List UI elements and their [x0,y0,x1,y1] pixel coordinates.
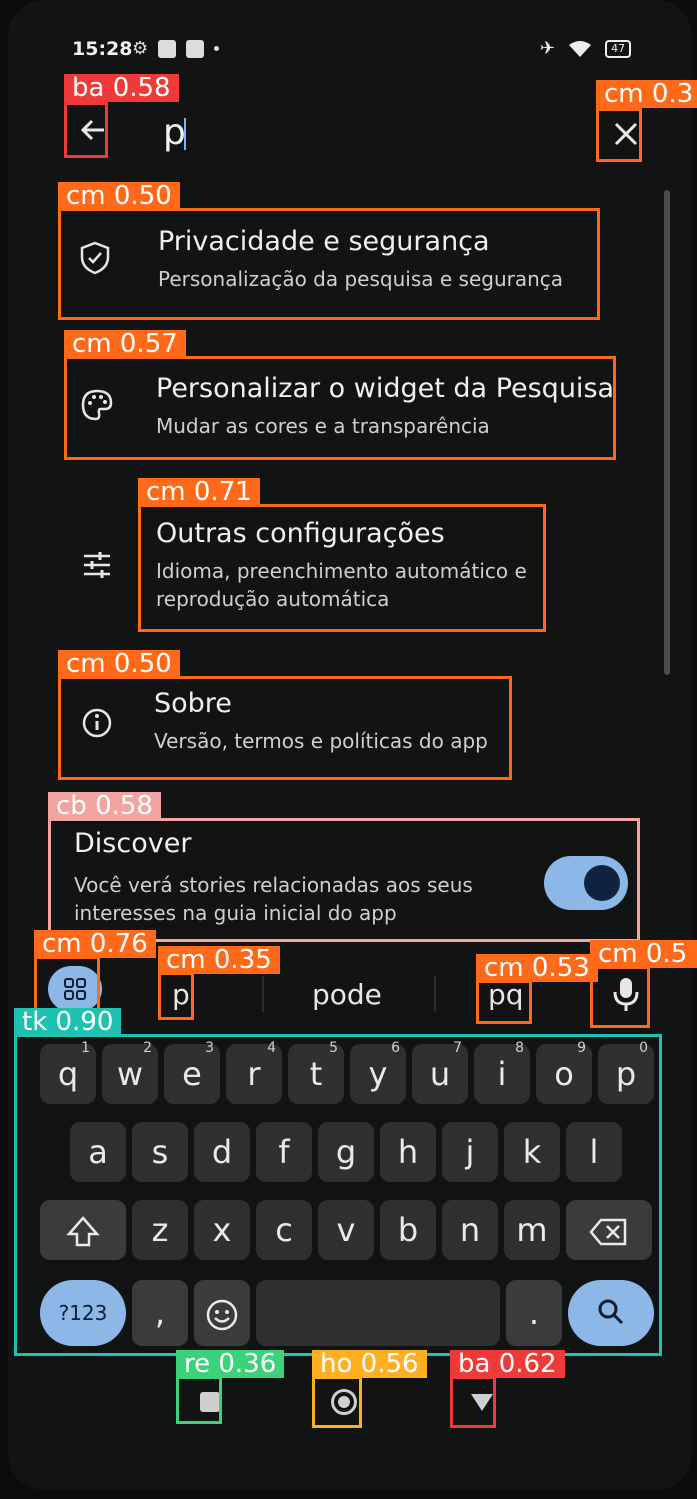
gear-icon: ⚙ [132,38,149,59]
more-notifications-dot-icon [214,46,220,51]
annotation-box [64,356,616,460]
status-time: 15:28 [72,38,133,60]
search-input[interactable]: p [163,112,186,153]
annotation-box [64,102,108,158]
airplane-mode-icon: ✈ [540,38,556,59]
app-notification-icon [158,39,177,58]
suggestion-pode[interactable]: pode [312,978,382,1011]
annotation-box [450,1376,496,1428]
status-notification-icons: ⚙ [132,38,220,59]
annotation-box [590,966,650,1028]
annotation-label: re 0.36 [176,1350,285,1378]
scrollbar[interactable] [664,190,670,675]
annotation-label: tk 0.90 [14,1008,122,1036]
annotation-label: ba 0.62 [450,1350,565,1378]
annotation-label: cm 0.76 [34,930,156,958]
annotation-box [158,972,194,1020]
annotation-box [14,1034,662,1356]
annotation-label: cm 0.50 [58,182,180,210]
text-cursor [184,118,186,150]
annotation-box [48,818,640,942]
annotation-label: cm 0.5 [590,940,697,968]
annotation-label: cm 0.57 [64,330,186,358]
annotation-label: cm 0.50 [58,650,180,678]
annotation-label: cb 0.58 [48,792,161,820]
annotation-label: cm 0.71 [138,478,260,506]
annotation-box [58,676,512,780]
annotation-label: ho 0.56 [312,1350,427,1378]
annotation-label: ba 0.58 [64,74,179,102]
annotation-box [596,108,642,162]
status-system-icons: ✈ 47 [540,38,632,59]
suggestion-divider [262,976,264,1012]
annotation-box [176,1376,222,1424]
battery-icon: 47 [605,39,632,58]
tune-sliders-icon [80,548,114,586]
annotation-box [312,1376,362,1428]
upload-notification-icon [186,39,205,58]
annotation-box [476,980,532,1024]
annotation-box [138,504,546,632]
annotation-label: cm 0.53 [476,954,598,982]
annotation-box [58,208,600,320]
wifi-icon [569,40,592,57]
annotation-label: cm 0.3 [596,80,697,108]
annotation-label: cm 0.35 [158,946,280,974]
suggestion-divider [434,976,436,1012]
